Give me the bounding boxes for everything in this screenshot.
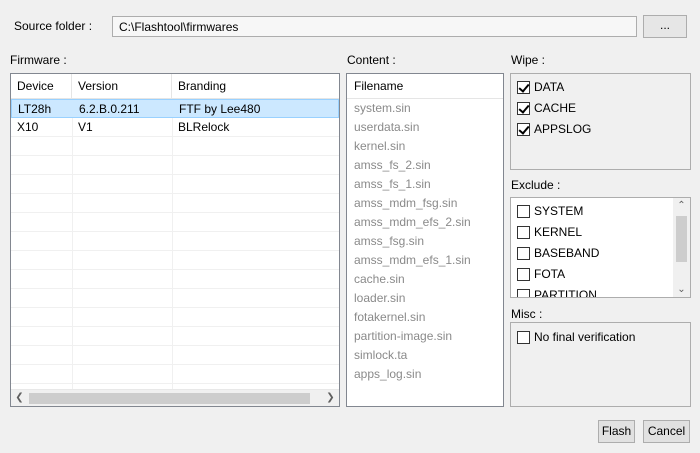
checkbox-checked-icon[interactable] bbox=[517, 80, 530, 94]
filename-column-header[interactable]: Filename bbox=[347, 74, 503, 99]
checkbox-label: No final verification bbox=[534, 330, 636, 344]
table-row[interactable]: X10 V1 BLRelock bbox=[11, 118, 339, 137]
empty-table-row bbox=[11, 365, 339, 384]
firmware-table[interactable]: Device Version Branding LT28h 6.2.B.0.211… bbox=[10, 73, 340, 407]
exclude-label: Exclude : bbox=[511, 178, 561, 192]
empty-table-row bbox=[11, 175, 339, 194]
checkbox-checked-icon[interactable] bbox=[517, 101, 530, 115]
empty-table-row bbox=[11, 137, 339, 156]
checkbox-unchecked-icon[interactable] bbox=[517, 246, 530, 260]
empty-table-row bbox=[11, 213, 339, 232]
cancel-button[interactable]: Cancel bbox=[643, 420, 690, 443]
exclude-checkbox-system[interactable]: SYSTEM bbox=[517, 201, 583, 221]
firmware-horizontal-scrollbar[interactable]: ❮ ❯ bbox=[11, 389, 339, 406]
checkbox-label: KERNEL bbox=[534, 225, 583, 239]
checkbox-label: SYSTEM bbox=[534, 204, 584, 218]
content-list[interactable]: Filename system.sin userdata.sin kernel.si… bbox=[346, 73, 504, 407]
exclude-checkbox-kernel[interactable]: KERNEL bbox=[517, 222, 582, 242]
wipe-label: Wipe : bbox=[511, 53, 546, 67]
checkbox-unchecked-icon[interactable] bbox=[517, 225, 530, 239]
list-item[interactable]: fotakernel.sin bbox=[347, 308, 503, 327]
misc-label: Misc : bbox=[511, 307, 543, 321]
scroll-left-icon[interactable]: ❮ bbox=[11, 390, 28, 406]
list-item[interactable]: amss_mdm_fsg.sin bbox=[347, 194, 503, 213]
list-item[interactable]: amss_fsg.sin bbox=[347, 232, 503, 251]
empty-table-row bbox=[11, 346, 339, 365]
list-item[interactable]: kernel.sin bbox=[347, 137, 503, 156]
empty-table-row bbox=[11, 327, 339, 346]
empty-table-row bbox=[11, 289, 339, 308]
list-item[interactable]: amss_mdm_efs_2.sin bbox=[347, 213, 503, 232]
empty-table-row bbox=[11, 194, 339, 213]
scroll-down-icon[interactable]: ⌄ bbox=[673, 282, 690, 297]
source-folder-label: Source folder : bbox=[14, 19, 93, 33]
exclude-group: ⌃ ⌄ SYSTEM KERNEL BASEBAND FOTA PARTITION bbox=[510, 197, 691, 298]
checkbox-label: FOTA bbox=[534, 267, 566, 281]
list-item[interactable]: cache.sin bbox=[347, 270, 503, 289]
scroll-up-icon[interactable]: ⌃ bbox=[673, 198, 690, 213]
checkbox-label: CACHE bbox=[534, 101, 577, 115]
checkbox-unchecked-icon[interactable] bbox=[517, 267, 530, 281]
firmware-rows: LT28h 6.2.B.0.211 FTF by Lee480 X10 V1 BLRelo… bbox=[11, 99, 339, 384]
checkbox-label: APPSLOG bbox=[534, 122, 592, 136]
browse-button[interactable]: ... bbox=[643, 15, 687, 38]
empty-table-row bbox=[11, 251, 339, 270]
source-folder-input[interactable] bbox=[112, 16, 637, 37]
exclude-checkbox-partition[interactable]: PARTITION bbox=[517, 285, 597, 298]
checkbox-label: PARTITION bbox=[534, 288, 597, 298]
cell-branding: FTF by Lee480 bbox=[179, 102, 261, 116]
list-item[interactable]: simlock.ta bbox=[347, 346, 503, 365]
checkbox-unchecked-icon[interactable] bbox=[517, 288, 530, 297]
checkbox-checked-icon[interactable] bbox=[517, 122, 530, 136]
scrollbar-thumb[interactable] bbox=[676, 216, 687, 262]
list-item[interactable]: partition-image.sin bbox=[347, 327, 503, 346]
wipe-checkbox-data[interactable]: DATA bbox=[517, 77, 564, 97]
checkbox-unchecked-icon[interactable] bbox=[517, 330, 530, 344]
firmware-label: Firmware : bbox=[10, 53, 67, 67]
exclude-vertical-scrollbar[interactable]: ⌃ ⌄ bbox=[673, 198, 690, 297]
list-item[interactable]: amss_fs_2.sin bbox=[347, 156, 503, 175]
cell-branding: BLRelock bbox=[178, 120, 230, 134]
scroll-right-icon[interactable]: ❯ bbox=[322, 390, 339, 406]
misc-group: No final verification bbox=[510, 322, 691, 407]
list-item[interactable]: amss_fs_1.sin bbox=[347, 175, 503, 194]
content-label: Content : bbox=[347, 53, 396, 67]
checkbox-unchecked-icon[interactable] bbox=[517, 204, 530, 218]
flash-button[interactable]: Flash bbox=[598, 420, 635, 443]
empty-table-row bbox=[11, 232, 339, 251]
empty-table-row bbox=[11, 156, 339, 175]
checkbox-label: DATA bbox=[534, 80, 565, 94]
empty-table-row bbox=[11, 308, 339, 327]
empty-table-row bbox=[11, 270, 339, 289]
misc-checkbox-no-final-verification[interactable]: No final verification bbox=[517, 327, 635, 347]
list-item[interactable]: amss_mdm_efs_1.sin bbox=[347, 251, 503, 270]
wipe-checkbox-appslog[interactable]: APPSLOG bbox=[517, 119, 591, 139]
list-item[interactable]: userdata.sin bbox=[347, 118, 503, 137]
cell-device: X10 bbox=[17, 120, 39, 134]
wipe-checkbox-cache[interactable]: CACHE bbox=[517, 98, 576, 118]
table-row[interactable]: LT28h 6.2.B.0.211 FTF by Lee480 bbox=[11, 99, 339, 118]
exclude-checkbox-fota[interactable]: FOTA bbox=[517, 264, 565, 284]
checkbox-label: BASEBAND bbox=[534, 246, 600, 260]
list-item[interactable]: loader.sin bbox=[347, 289, 503, 308]
cell-device: LT28h bbox=[18, 102, 52, 116]
cell-version: 6.2.B.0.211 bbox=[79, 102, 140, 116]
content-items: system.sin userdata.sin kernel.sin amss_fs_… bbox=[347, 99, 503, 384]
wipe-group: DATA CACHE APPSLOG bbox=[510, 73, 691, 170]
scrollbar-thumb[interactable] bbox=[29, 393, 310, 404]
column-header-version[interactable]: Version bbox=[72, 74, 172, 99]
column-header-device[interactable]: Device bbox=[11, 74, 72, 99]
firmware-table-header: Device Version Branding bbox=[11, 74, 339, 99]
list-item[interactable]: system.sin bbox=[347, 99, 503, 118]
list-item[interactable]: apps_log.sin bbox=[347, 365, 503, 384]
cell-version: V1 bbox=[78, 120, 93, 134]
exclude-checkbox-baseband[interactable]: BASEBAND bbox=[517, 243, 599, 263]
column-header-branding[interactable]: Branding bbox=[172, 74, 339, 99]
